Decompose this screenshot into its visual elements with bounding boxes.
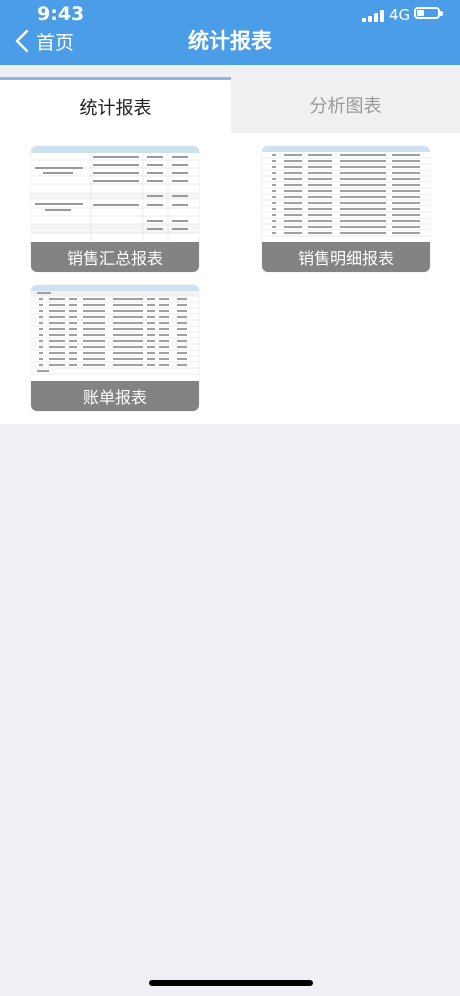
report-card-sales-summary[interactable]: 销售汇总报表 xyxy=(31,146,199,272)
nav-bar: 首页 统计报表 xyxy=(0,22,460,65)
back-label: 首页 xyxy=(36,31,75,54)
app-header: 9:43 4G 首页 统计报表 xyxy=(0,0,460,65)
signal-icon xyxy=(362,10,384,22)
report-card-label: 销售汇总报表 xyxy=(31,242,199,272)
report-card-bill[interactable]: 账单报表 xyxy=(31,285,199,411)
report-card-label: 账单报表 xyxy=(31,381,199,411)
report-card-sales-detail[interactable]: 销售明细报表 xyxy=(262,146,430,272)
chevron-left-icon xyxy=(15,29,29,53)
tab-statistics-reports[interactable]: 统计报表 xyxy=(0,77,231,133)
back-button[interactable]: 首页 xyxy=(14,26,74,56)
tab-analysis-charts[interactable]: 分析图表 xyxy=(231,77,460,133)
tab-bar: 统计报表 分析图表 xyxy=(0,77,460,133)
home-indicator[interactable] xyxy=(149,980,313,986)
battery-level xyxy=(417,10,424,16)
battery-icon xyxy=(414,7,443,19)
report-card-label: 销售明细报表 xyxy=(262,242,430,272)
report-grid: 销售汇总报表 销售明细报表 账单报表 xyxy=(0,133,460,424)
